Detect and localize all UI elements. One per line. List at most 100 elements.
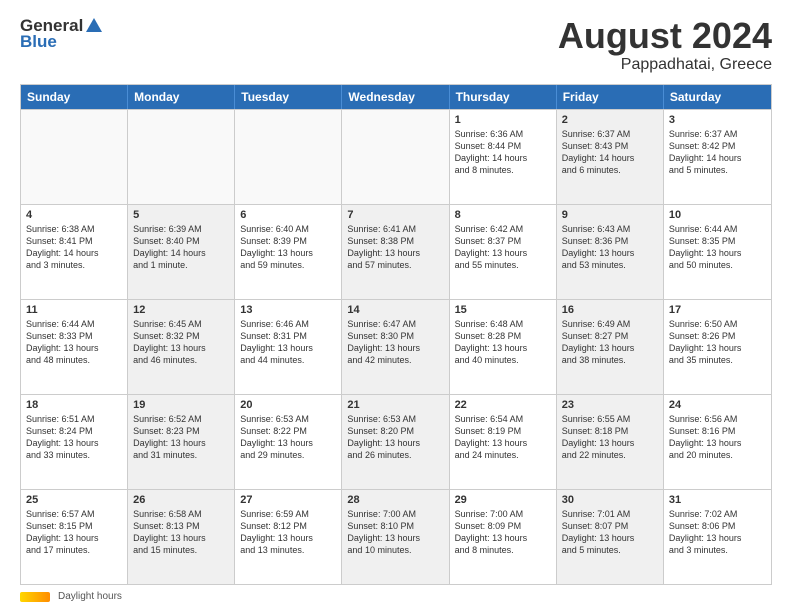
cell-info: Sunrise: 6:46 AM Sunset: 8:31 PM Dayligh…: [240, 318, 336, 367]
cal-cell: [128, 110, 235, 204]
cell-info: Sunrise: 6:56 AM Sunset: 8:16 PM Dayligh…: [669, 413, 766, 462]
cal-cell: 21 Sunrise: 6:53 AM Sunset: 8:20 PM Dayli…: [342, 395, 449, 489]
day-number: 18: [26, 399, 122, 411]
calendar: SundayMondayTuesdayWednesdayThursdayFrid…: [20, 84, 772, 585]
cal-cell: [21, 110, 128, 204]
cell-info: Sunrise: 6:41 AM Sunset: 8:38 PM Dayligh…: [347, 223, 443, 272]
cal-cell: 5Sunrise: 6:39 AM Sunset: 8:40 PM Daylig…: [128, 205, 235, 299]
cal-header-wednesday: Wednesday: [342, 85, 449, 109]
cell-info: Sunrise: 6:42 AM Sunset: 8:37 PM Dayligh…: [455, 223, 551, 272]
cell-info: Sunrise: 6:53 AM Sunset: 8:20 PM Dayligh…: [347, 413, 443, 462]
cal-header-tuesday: Tuesday: [235, 85, 342, 109]
day-number: 25: [26, 494, 122, 506]
cell-info: Sunrise: 6:57 AM Sunset: 8:15 PM Dayligh…: [26, 508, 122, 557]
day-number: 4: [26, 209, 122, 221]
cal-cell: 27 Sunrise: 6:59 AM Sunset: 8:12 PM Dayli…: [235, 490, 342, 584]
cal-cell: 11 Sunrise: 6:44 AM Sunset: 8:33 PM Dayli…: [21, 300, 128, 394]
cell-info: Sunrise: 6:49 AM Sunset: 8:27 PM Dayligh…: [562, 318, 658, 367]
cal-cell: 30 Sunrise: 7:01 AM Sunset: 8:07 PM Dayli…: [557, 490, 664, 584]
cal-cell: 12 Sunrise: 6:45 AM Sunset: 8:32 PM Dayli…: [128, 300, 235, 394]
cal-cell: 23 Sunrise: 6:55 AM Sunset: 8:18 PM Dayli…: [557, 395, 664, 489]
cell-info: Sunrise: 6:44 AM Sunset: 8:33 PM Dayligh…: [26, 318, 122, 367]
cell-info: Sunrise: 6:44 AM Sunset: 8:35 PM Dayligh…: [669, 223, 766, 272]
cal-cell: 8 Sunrise: 6:42 AM Sunset: 8:37 PM Daylig…: [450, 205, 557, 299]
cal-cell: 25 Sunrise: 6:57 AM Sunset: 8:15 PM Dayli…: [21, 490, 128, 584]
cal-cell: [342, 110, 449, 204]
cal-cell: 18Sunrise: 6:51 AM Sunset: 8:24 PM Dayli…: [21, 395, 128, 489]
cal-cell: 4 Sunrise: 6:38 AM Sunset: 8:41 PM Daylig…: [21, 205, 128, 299]
cell-info: Sunrise: 7:00 AM Sunset: 8:10 PM Dayligh…: [347, 508, 443, 557]
cal-cell: 1Sunrise: 6:36 AM Sunset: 8:44 PM Daylig…: [450, 110, 557, 204]
cal-cell: 13 Sunrise: 6:46 AM Sunset: 8:31 PM Dayli…: [235, 300, 342, 394]
day-number: 17: [669, 304, 766, 316]
cal-cell: 10 Sunrise: 6:44 AM Sunset: 8:35 PM Dayli…: [664, 205, 771, 299]
cal-cell: 14 Sunrise: 6:47 AM Sunset: 8:30 PM Dayli…: [342, 300, 449, 394]
day-number: 27: [240, 494, 336, 506]
cal-cell: 9 Sunrise: 6:43 AM Sunset: 8:36 PM Daylig…: [557, 205, 664, 299]
cell-info: Sunrise: 6:58 AM Sunset: 8:13 PM Dayligh…: [133, 508, 229, 557]
cell-info: Sunrise: 6:55 AM Sunset: 8:18 PM Dayligh…: [562, 413, 658, 462]
footer: Daylight hours: [20, 591, 772, 602]
day-number: 10: [669, 209, 766, 221]
cell-info: Sunrise: 6:54 AM Sunset: 8:19 PM Dayligh…: [455, 413, 551, 462]
cal-cell: 2 Sunrise: 6:37 AM Sunset: 8:43 PM Daylig…: [557, 110, 664, 204]
location: Pappadhatai, Greece: [558, 56, 772, 74]
day-number: 3: [669, 114, 766, 126]
cal-header-monday: Monday: [128, 85, 235, 109]
day-number: 26: [133, 494, 229, 506]
legend-bar: [20, 592, 50, 602]
cell-info: Sunrise: 6:48 AM Sunset: 8:28 PM Dayligh…: [455, 318, 551, 367]
day-number: 24: [669, 399, 766, 411]
day-number: 14: [347, 304, 443, 316]
cal-cell: [235, 110, 342, 204]
day-number: 23: [562, 399, 658, 411]
cell-info: Sunrise: 7:01 AM Sunset: 8:07 PM Dayligh…: [562, 508, 658, 557]
cal-header-sunday: Sunday: [21, 85, 128, 109]
cell-info: Sunrise: 6:37 AM Sunset: 8:43 PM Dayligh…: [562, 128, 658, 177]
day-number: 15: [455, 304, 551, 316]
cal-cell: 31Sunrise: 7:02 AM Sunset: 8:06 PM Dayli…: [664, 490, 771, 584]
cal-cell: 16 Sunrise: 6:49 AM Sunset: 8:27 PM Dayli…: [557, 300, 664, 394]
day-number: 30: [562, 494, 658, 506]
day-number: 6: [240, 209, 336, 221]
calendar-header: SundayMondayTuesdayWednesdayThursdayFrid…: [21, 85, 771, 109]
cal-cell: 7 Sunrise: 6:41 AM Sunset: 8:38 PM Daylig…: [342, 205, 449, 299]
cal-header-thursday: Thursday: [450, 85, 557, 109]
cell-info: Sunrise: 6:53 AM Sunset: 8:22 PM Dayligh…: [240, 413, 336, 462]
logo: General Blue: [20, 16, 104, 52]
header: General Blue August 2024 Pappadhatai, Gr…: [20, 16, 772, 74]
cell-info: Sunrise: 6:45 AM Sunset: 8:32 PM Dayligh…: [133, 318, 229, 367]
cell-info: Sunrise: 6:47 AM Sunset: 8:30 PM Dayligh…: [347, 318, 443, 367]
cal-header-saturday: Saturday: [664, 85, 771, 109]
cal-cell: 19Sunrise: 6:52 AM Sunset: 8:23 PM Dayli…: [128, 395, 235, 489]
cal-cell: 15 Sunrise: 6:48 AM Sunset: 8:28 PM Dayli…: [450, 300, 557, 394]
cal-cell: 22Sunrise: 6:54 AM Sunset: 8:19 PM Dayli…: [450, 395, 557, 489]
day-number: 9: [562, 209, 658, 221]
cal-cell: 3Sunrise: 6:37 AM Sunset: 8:42 PM Daylig…: [664, 110, 771, 204]
day-number: 11: [26, 304, 122, 316]
cal-week-2: 4 Sunrise: 6:38 AM Sunset: 8:41 PM Daylig…: [21, 204, 771, 299]
cal-cell: 29Sunrise: 7:00 AM Sunset: 8:09 PM Dayli…: [450, 490, 557, 584]
cell-info: Sunrise: 6:59 AM Sunset: 8:12 PM Dayligh…: [240, 508, 336, 557]
day-number: 8: [455, 209, 551, 221]
day-number: 7: [347, 209, 443, 221]
day-number: 21: [347, 399, 443, 411]
calendar-body: 1Sunrise: 6:36 AM Sunset: 8:44 PM Daylig…: [21, 109, 771, 584]
cell-info: Sunrise: 6:43 AM Sunset: 8:36 PM Dayligh…: [562, 223, 658, 272]
cell-info: Sunrise: 6:38 AM Sunset: 8:41 PM Dayligh…: [26, 223, 122, 272]
cal-cell: 17Sunrise: 6:50 AM Sunset: 8:26 PM Dayli…: [664, 300, 771, 394]
cal-header-friday: Friday: [557, 85, 664, 109]
day-number: 20: [240, 399, 336, 411]
day-number: 5: [133, 209, 229, 221]
day-number: 29: [455, 494, 551, 506]
logo-icon: [84, 16, 104, 36]
logo-blue: Blue: [20, 32, 57, 52]
month-year: August 2024: [558, 16, 772, 56]
day-number: 16: [562, 304, 658, 316]
cell-info: Sunrise: 6:36 AM Sunset: 8:44 PM Dayligh…: [455, 128, 551, 177]
cell-info: Sunrise: 7:02 AM Sunset: 8:06 PM Dayligh…: [669, 508, 766, 557]
day-number: 12: [133, 304, 229, 316]
cal-cell: 20 Sunrise: 6:53 AM Sunset: 8:22 PM Dayli…: [235, 395, 342, 489]
day-number: 13: [240, 304, 336, 316]
day-number: 2: [562, 114, 658, 126]
